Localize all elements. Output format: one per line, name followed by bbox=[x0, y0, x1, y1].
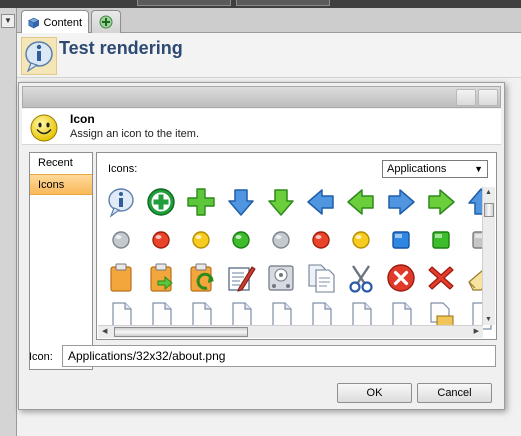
sidebar-item-icons[interactable]: Icons bbox=[30, 174, 92, 195]
icon-grid-cell[interactable] bbox=[381, 182, 421, 222]
source-sidebar: Recent Icons bbox=[29, 152, 93, 370]
scissors-icon bbox=[349, 265, 373, 293]
maximize-button[interactable] bbox=[456, 89, 476, 106]
scroll-right-icon[interactable]: ▶ bbox=[474, 327, 479, 335]
icon-grid-cell[interactable] bbox=[341, 220, 381, 260]
clipboard-refresh-icon bbox=[190, 263, 214, 292]
info-bubble-icon bbox=[25, 41, 53, 73]
icon-path-field[interactable]: Applications/32x32/about.png bbox=[62, 345, 496, 367]
icon-grid-cell[interactable] bbox=[261, 182, 301, 222]
icon-grid-cell[interactable] bbox=[421, 258, 461, 298]
clipboard-paste-icon bbox=[150, 263, 173, 292]
icon-grid-cell[interactable] bbox=[261, 258, 301, 298]
red-bullet-icon bbox=[312, 231, 330, 249]
clipboard-icon bbox=[110, 263, 132, 292]
scroll-up-icon[interactable]: ▲ bbox=[485, 189, 492, 196]
copy-pages-icon bbox=[308, 264, 335, 293]
dialog-title: Icon bbox=[70, 112, 95, 126]
horizontal-scroll-thumb[interactable] bbox=[114, 327, 248, 337]
delete-x-icon bbox=[428, 266, 454, 290]
icons-label: Icons: bbox=[108, 163, 138, 175]
item-icon-frame bbox=[21, 37, 57, 75]
smiley-icon bbox=[30, 114, 58, 142]
yellow-bullet-icon bbox=[352, 231, 370, 249]
yellow-bullet-icon bbox=[192, 231, 210, 249]
green-square-icon bbox=[432, 231, 450, 249]
icon-grid-cell[interactable] bbox=[181, 182, 221, 222]
dialog-title-bar[interactable] bbox=[22, 86, 501, 108]
icon-grid-cell[interactable] bbox=[101, 258, 141, 298]
cancel-button[interactable]: Cancel bbox=[417, 383, 492, 403]
left-gutter: ▼ bbox=[0, 8, 17, 436]
category-select-value: Applications bbox=[387, 163, 447, 175]
page-title: Test rendering bbox=[59, 38, 183, 58]
icon-grid-cell[interactable] bbox=[101, 220, 141, 260]
tab-content[interactable]: Content bbox=[21, 10, 89, 34]
icon-grid-cell[interactable] bbox=[181, 258, 221, 298]
icon-grid-cell[interactable] bbox=[181, 220, 221, 260]
icon-grid-cell[interactable] bbox=[421, 182, 461, 222]
gray-bullet-icon bbox=[272, 231, 290, 249]
arrow-left-green-icon bbox=[347, 189, 374, 215]
arrow-right-green-icon bbox=[428, 189, 455, 215]
category-select[interactable]: Applications ▼ bbox=[382, 160, 488, 178]
arrow-down-green-icon bbox=[268, 189, 294, 216]
green-bullet-icon bbox=[232, 231, 250, 249]
tab-content-label: Content bbox=[43, 16, 82, 29]
checklist-edit-icon bbox=[228, 266, 256, 292]
dialog-header: Icon Assign an icon to the item. bbox=[22, 109, 501, 145]
top-strip bbox=[0, 0, 521, 8]
icon-grid-cell[interactable] bbox=[341, 182, 381, 222]
icon-grid-cell[interactable] bbox=[221, 220, 261, 260]
icon-grid-cell[interactable] bbox=[261, 220, 301, 260]
background-tab-fragment bbox=[137, 0, 231, 6]
icon-grid-cell[interactable] bbox=[421, 220, 461, 260]
arrow-right-blue-icon bbox=[388, 189, 415, 215]
item-header: Test rendering bbox=[17, 33, 521, 78]
ok-button[interactable]: OK bbox=[337, 383, 412, 403]
chevron-down-icon: ▼ bbox=[474, 164, 483, 174]
add-tab-icon bbox=[99, 15, 113, 29]
icon-grid-cell[interactable] bbox=[141, 182, 181, 222]
editor-tab-bar: Content bbox=[17, 8, 521, 34]
background-tab-fragment bbox=[236, 0, 330, 6]
icon-grid-cell[interactable] bbox=[301, 220, 341, 260]
collapse-chevron-icon[interactable]: ▼ bbox=[1, 14, 15, 28]
error-circle-icon bbox=[387, 264, 415, 292]
horizontal-scrollbar[interactable]: ◀ ▶ bbox=[98, 325, 483, 338]
icon-grid-cell[interactable] bbox=[301, 258, 341, 298]
icon-grid-cell[interactable] bbox=[101, 182, 141, 222]
scroll-left-icon[interactable]: ◀ bbox=[102, 327, 107, 335]
arrow-down-blue-icon bbox=[228, 189, 254, 216]
sidebar-item-recent[interactable]: Recent bbox=[30, 153, 92, 174]
gray-bullet-icon bbox=[112, 231, 130, 249]
icon-dialog: Icon Assign an icon to the item. Recent … bbox=[18, 82, 505, 410]
icon-grid-cell[interactable] bbox=[381, 220, 421, 260]
vertical-scrollbar[interactable]: ▲ ▼ bbox=[482, 187, 495, 325]
add-circle-icon bbox=[147, 188, 175, 216]
vertical-scroll-thumb[interactable] bbox=[484, 203, 494, 217]
scroll-down-icon[interactable]: ▼ bbox=[485, 316, 492, 323]
icon-grid-cell[interactable] bbox=[141, 220, 181, 260]
icon-grid-cell[interactable] bbox=[341, 258, 381, 298]
close-button[interactable] bbox=[478, 89, 498, 106]
icon-grid-cell[interactable] bbox=[141, 258, 181, 298]
icon-grid-cell[interactable] bbox=[221, 182, 261, 222]
icon-picker-panel: Icons: Applications ▼ ▲ ▼ ◀ ▶ bbox=[96, 152, 497, 340]
dialog-subtitle: Assign an icon to the item. bbox=[70, 128, 200, 140]
plus-icon bbox=[187, 188, 215, 216]
icon-grid-cell[interactable] bbox=[221, 258, 261, 298]
icon-grid-cell[interactable] bbox=[301, 182, 341, 222]
disk-drive-icon bbox=[268, 265, 294, 291]
tab-add[interactable] bbox=[91, 10, 121, 33]
red-bullet-icon bbox=[152, 231, 170, 249]
content-cube-icon bbox=[28, 17, 40, 28]
icon-path-label: Icon: bbox=[29, 351, 53, 363]
icon-grid-cell[interactable] bbox=[381, 258, 421, 298]
arrow-left-blue-icon bbox=[307, 189, 334, 215]
info-bubble-icon bbox=[108, 188, 134, 218]
blue-square-icon bbox=[392, 231, 410, 249]
icon-grid bbox=[97, 187, 494, 330]
